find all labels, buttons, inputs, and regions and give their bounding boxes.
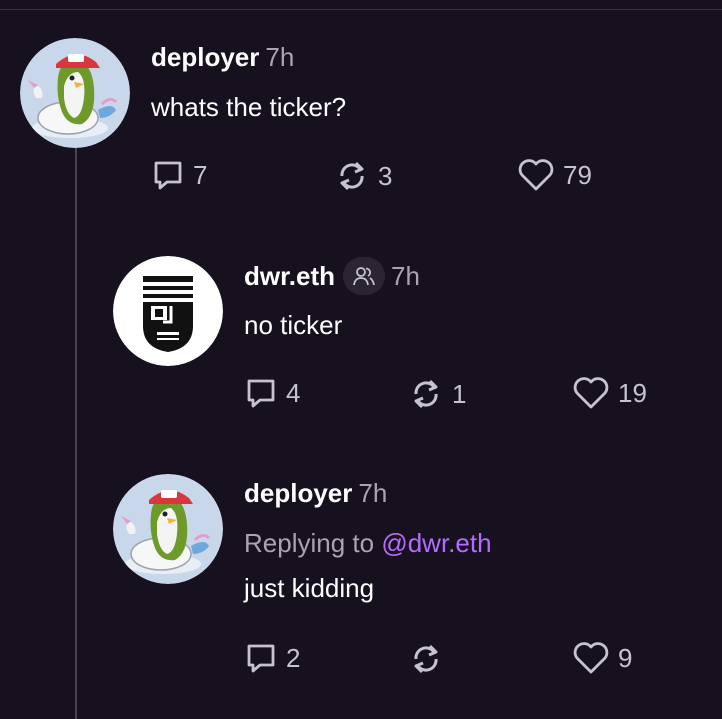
- like-button[interactable]: 19: [572, 376, 647, 410]
- post-text: just kidding: [244, 573, 375, 603]
- avatar[interactable]: [20, 38, 130, 148]
- avatar[interactable]: [113, 474, 223, 584]
- reply-count: 7: [193, 159, 208, 190]
- mention-link[interactable]: @dwr.eth: [381, 528, 491, 558]
- recast-button[interactable]: 1: [408, 376, 466, 412]
- recast-button[interactable]: [408, 641, 452, 677]
- like-button[interactable]: 79: [517, 158, 592, 192]
- recast-count: 3: [378, 160, 393, 191]
- heart-icon: [573, 642, 609, 674]
- like-button[interactable]: 9: [572, 641, 632, 675]
- username[interactable]: dwr.eth: [244, 261, 335, 291]
- like-count: 19: [618, 377, 647, 408]
- users-icon: [353, 267, 375, 286]
- recast-icon: [340, 161, 364, 191]
- avatar[interactable]: [113, 256, 223, 366]
- recast-icon: [414, 644, 438, 674]
- username[interactable]: deployer: [151, 42, 259, 72]
- post-time: 7h: [391, 260, 420, 291]
- reply-button[interactable]: 4: [244, 376, 300, 410]
- username[interactable]: deployer: [244, 478, 352, 508]
- recast-button[interactable]: 3: [334, 158, 392, 194]
- post-time: 7h: [265, 42, 295, 72]
- power-badge[interactable]: [343, 257, 386, 295]
- reply-button[interactable]: 7: [151, 158, 207, 192]
- comment-icon: [154, 161, 182, 190]
- replying-prefix: Replying to: [244, 528, 375, 558]
- heart-icon: [573, 377, 609, 409]
- thread-connector: [75, 138, 77, 719]
- heart-icon: [518, 159, 554, 191]
- like-count: 79: [563, 159, 592, 190]
- like-count: 9: [618, 642, 633, 673]
- recast-icon: [414, 379, 438, 409]
- post-time: 7h: [358, 478, 388, 508]
- replying-to-line: Replying to @dwr.eth: [244, 527, 492, 559]
- reply-count: 4: [286, 377, 301, 408]
- post-text: whats the ticker?: [151, 92, 347, 122]
- post-text: no ticker: [244, 310, 343, 340]
- reply-button[interactable]: 2: [244, 641, 300, 675]
- penguin-avatar-icon: [113, 474, 223, 584]
- penguin-avatar-icon: [20, 38, 130, 148]
- reply-count: 2: [286, 642, 301, 673]
- face-avatar-icon: [113, 256, 223, 366]
- comment-icon: [247, 379, 275, 408]
- comment-icon: [247, 644, 275, 673]
- recast-count: 1: [452, 378, 467, 409]
- top-divider: [0, 9, 722, 10]
